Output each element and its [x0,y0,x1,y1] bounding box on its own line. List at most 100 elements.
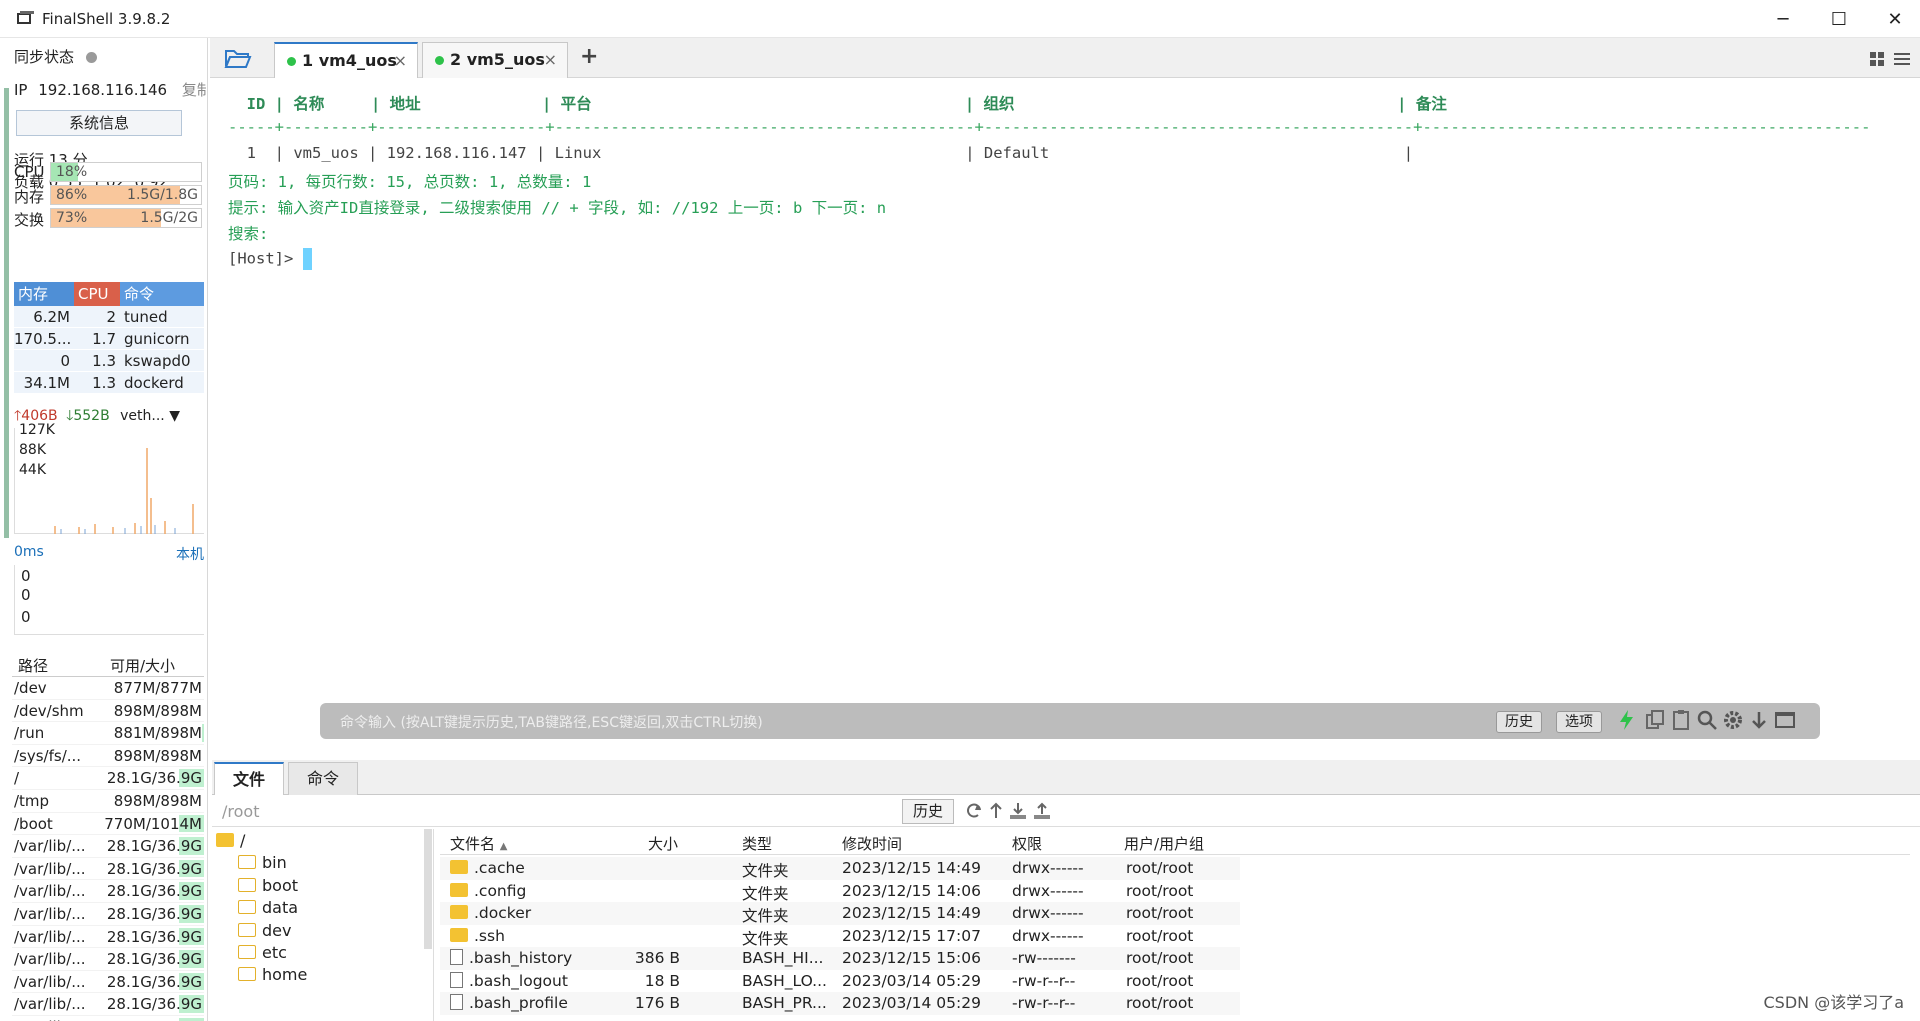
disk-row[interactable]: / 28.1G/36.9G [12,767,204,790]
disk-row[interactable]: /var/lib/...28.1G/36.9G [12,835,204,858]
disk-size: 28.1G/36.9G [100,971,204,993]
tree-item-home[interactable]: home [238,965,307,984]
disk-row[interactable]: /sys/fs/... 898M/898M [12,745,204,768]
disk-row[interactable]: /var/lib/...28.1G/36.9G [12,926,204,949]
copy-icon[interactable] [1644,709,1666,731]
window-title: FinalShell 3.9.8.2 [42,10,171,28]
lightning-icon[interactable] [1616,709,1638,731]
download-icon[interactable] [1008,801,1028,821]
layout-grid-icon[interactable] [1870,48,1916,70]
copy-ip-link[interactable]: 复制 [182,81,207,99]
terminal-output[interactable]: ID | 名称 | 地址 | 平台 | 组织 | 备注 -----+------… [212,80,1920,756]
disk-size-text: 28.1G/36.9G [106,904,202,923]
disk-row[interactable]: /var/lib/...28.1G/36.9G [12,1016,204,1021]
resource-meter: 18% [50,162,202,182]
open-folder-icon[interactable] [224,46,252,70]
disk-row[interactable]: /var/lib/...28.1G/36.9G [12,948,204,971]
disk-row[interactable]: /tmp 898M/898M [12,790,204,813]
file-row[interactable]: .bash_logout 18 B BASH_LO... 2023/03/14 05:… [440,970,1240,993]
tree-item-etc[interactable]: etc [238,943,287,962]
system-info-button[interactable]: 系统信息 [16,110,182,136]
disk-size: 28.1G/36.9G [100,1016,204,1021]
process-row[interactable]: 170.5... 1.7 gunicorn [14,328,204,350]
arrow-down-icon[interactable] [1748,709,1770,731]
process-header-cpu[interactable]: CPU [74,282,120,306]
column-name[interactable]: 文件名 ▲ [450,833,508,854]
command-input-bar[interactable]: 命令输入 (按ALT键提示历史,TAB键路径,ESC键返回,双击CTRL切换) … [320,703,1820,739]
gear-icon[interactable] [1722,709,1744,731]
disk-size: 770M/1014M [100,813,204,835]
paste-icon[interactable] [1670,709,1692,731]
command-history-button[interactable]: 历史 [1496,711,1542,733]
disk-row[interactable]: /run 881M/898M [12,722,204,745]
file-name: .bash_history [450,949,572,967]
tab-files[interactable]: 文件 [214,762,285,795]
disk-row[interactable]: /var/lib/...28.1G/36.9G [12,858,204,881]
file-list-header: 文件名 ▲ 大小 类型 修改时间 权限 用户/用户组 [440,829,1910,855]
directory-tree: / bin boot data dev etc home [212,829,434,1021]
disk-row[interactable]: /dev 877M/877M [12,677,204,700]
file-row[interactable]: .bash_history 386 B BASH_HI... 2023/12/15 1… [440,947,1240,970]
file-row[interactable]: .ssh 文件夹 2023/12/15 17:07 drwx------ root/ro… [440,925,1240,948]
tree-item-label: etc [262,943,287,962]
file-row[interactable]: .cache 文件夹 2023/12/15 14:49 drwx------ root/… [440,857,1240,880]
search-icon[interactable] [1696,709,1718,731]
tree-item-dev[interactable]: dev [238,921,291,940]
close-tab-icon[interactable]: × [394,44,407,78]
network-interface-select[interactable]: veth... [120,408,165,424]
ping-target-link[interactable]: 本机 [176,544,204,564]
disk-size-text: 877M/877M [113,679,202,697]
disk-row[interactable]: /boot 770M/1014M [12,813,204,836]
disk-row[interactable]: /var/lib/...28.1G/36.9G [12,880,204,903]
window-icon[interactable] [1774,709,1796,731]
command-options-button[interactable]: 选项 [1556,711,1602,733]
tree-item-root[interactable]: / [216,831,245,850]
connected-dot-icon [435,56,444,65]
process-command: kswapd0 [124,352,191,370]
disk-row[interactable]: /var/lib/...28.1G/36.9G [12,903,204,926]
tree-scrollbar[interactable] [424,829,432,949]
column-permissions[interactable]: 权限 [1012,833,1042,854]
maximize-button[interactable]: ☐ [1816,6,1862,32]
refresh-icon[interactable] [964,801,984,821]
process-row[interactable]: 6.2M 2 tuned [14,306,204,328]
minimize-button[interactable]: ─ [1760,6,1806,32]
path-history-button[interactable]: 历史 [902,799,954,824]
file-name-label: .ssh [474,926,505,945]
tree-item-data[interactable]: data [238,898,298,917]
file-name-label: .cache [474,859,525,877]
process-header-mem[interactable]: 内存 [14,282,74,306]
sort-ascending-icon: ▲ [499,841,508,852]
file-row[interactable]: .docker 文件夹 2023/12/15 14:49 drwx------ root… [440,902,1240,925]
process-row[interactable]: 34.1M 1.3 dockerd [14,372,204,394]
column-mtime[interactable]: 修改时间 [842,833,902,854]
file-row[interactable]: .config 文件夹 2023/12/15 14:06 drwx------ root… [440,880,1240,903]
tree-item-boot[interactable]: boot [238,876,298,895]
close-tab-icon[interactable]: × [544,43,557,77]
disk-header-size[interactable]: 可用/大小 [100,655,204,676]
column-owner[interactable]: 用户/用户组 [1124,833,1204,854]
disk-row[interactable]: /dev/shm 898M/898M [12,700,204,723]
download-speed: 552B [73,408,110,424]
tab-vm5-uos[interactable]: 2 vm5_uos × [422,42,568,78]
parent-directory-icon[interactable] [986,801,1006,821]
upload-icon[interactable] [1032,801,1052,821]
column-type[interactable]: 类型 [742,833,772,854]
tab-commands[interactable]: 命令 [288,762,359,795]
tree-item-bin[interactable]: bin [238,853,287,872]
disk-path: /var/lib/... [14,837,86,856]
process-row[interactable]: 0 1.3 kswapd0 [14,350,204,372]
terminal-table-header: ID | 名称 | 地址 | 平台 | 组织 | 备注 [228,95,1447,113]
tab-vm4-uos[interactable]: 1 vm4_uos × [274,42,418,78]
disk-row[interactable]: /var/lib/...28.1G/36.9G [12,993,204,1016]
close-window-button[interactable]: ✕ [1872,6,1918,32]
column-size[interactable]: 大小 [648,833,678,854]
file-type: BASH_PR... [742,994,827,1012]
file-name: .cache [450,859,525,877]
process-header-cmd[interactable]: 命令 [120,282,204,306]
file-row[interactable]: .bash_profile 176 B BASH_PR... 2023/03/14 0… [440,992,1240,1015]
disk-header-path[interactable]: 路径 [12,655,100,676]
chevron-down-icon[interactable]: ▼ [169,408,180,424]
disk-row[interactable]: /var/lib/...28.1G/36.9G [12,971,204,994]
new-tab-plus-icon[interactable]: + [580,44,598,69]
